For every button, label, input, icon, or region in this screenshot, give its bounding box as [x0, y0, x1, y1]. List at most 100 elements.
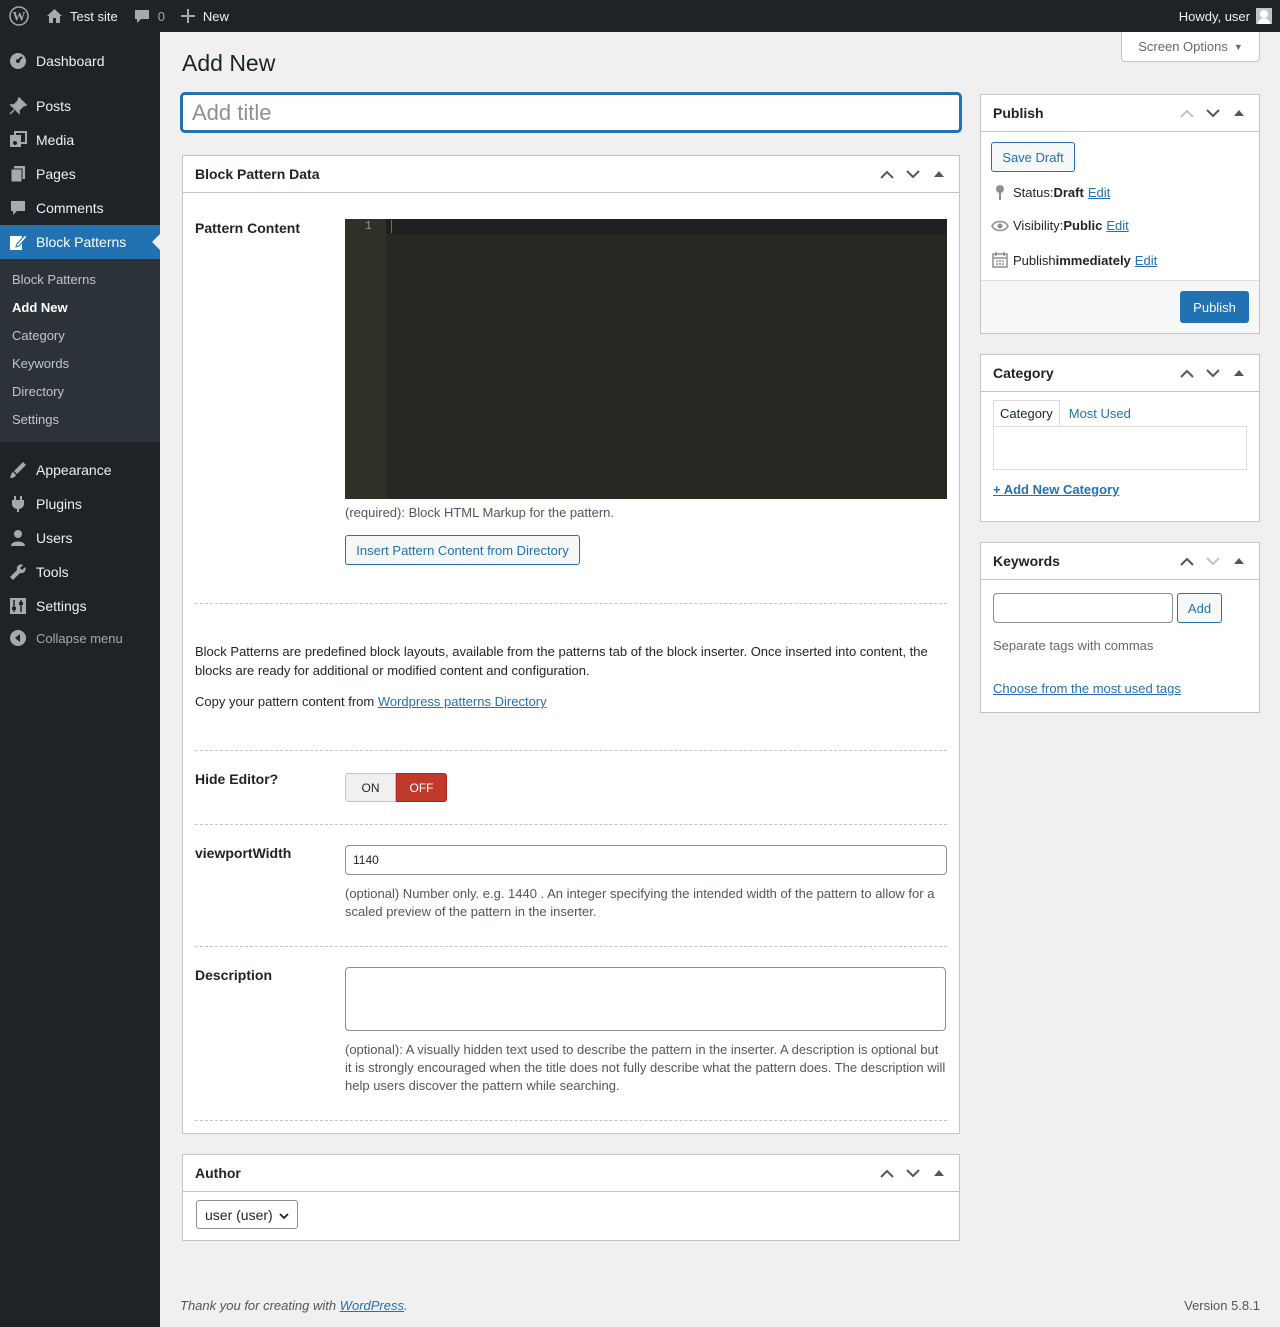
menu-media[interactable]: Media	[0, 123, 160, 157]
choose-tags-link[interactable]: Choose from the most used tags	[993, 681, 1181, 696]
category-tabs: Category Most Used	[993, 400, 1137, 426]
toggle-panel-icon[interactable]	[931, 171, 947, 177]
move-down-icon[interactable]	[1205, 368, 1221, 378]
postbox-header: Keywords	[981, 543, 1259, 580]
pages-icon	[0, 165, 36, 183]
collapse-icon	[0, 630, 36, 646]
submenu-keywords[interactable]: Keywords	[0, 350, 160, 378]
post-title-input[interactable]	[181, 93, 961, 132]
description-textarea[interactable]	[345, 967, 946, 1031]
screen-options-button[interactable]: Screen Options ▼	[1121, 32, 1260, 62]
footer-period: .	[404, 1298, 408, 1313]
screen-options-label: Screen Options	[1138, 39, 1228, 54]
add-new-category-link[interactable]: + Add New Category	[993, 482, 1119, 497]
site-name-link[interactable]: Test site	[38, 0, 126, 32]
category-checklist	[993, 426, 1247, 470]
move-up-icon[interactable]	[879, 1169, 895, 1178]
menu-settings[interactable]: Settings	[0, 589, 160, 623]
viewport-width-input[interactable]: 1140	[345, 845, 947, 875]
toggle-panel-icon[interactable]	[1231, 110, 1247, 116]
settings-icon	[0, 597, 36, 615]
footer-version: Version 5.8.1	[1184, 1298, 1260, 1313]
menu-plugins[interactable]: Plugins	[0, 487, 160, 521]
postbox-title: Block Pattern Data	[195, 166, 320, 182]
edit-visibility-link[interactable]: Edit	[1106, 218, 1128, 233]
submenu-category[interactable]: Category	[0, 322, 160, 350]
edit-status-link[interactable]: Edit	[1088, 185, 1110, 200]
menu-comments[interactable]: Comments	[0, 191, 160, 225]
toggle-off-option[interactable]: OFF	[396, 773, 447, 802]
menu-label: Dashboard	[36, 53, 105, 69]
media-icon	[0, 131, 36, 149]
visibility-value: Public	[1063, 218, 1103, 233]
menu-posts[interactable]: Posts	[0, 89, 160, 123]
insert-pattern-button[interactable]: Insert Pattern Content from Directory	[345, 535, 580, 565]
submenu-add-new[interactable]: Add New	[0, 294, 160, 322]
my-account-link[interactable]: Howdy, user	[1171, 0, 1280, 32]
menu-dashboard[interactable]: Dashboard	[0, 44, 160, 78]
comments-link[interactable]: 0	[126, 0, 173, 32]
avatar	[1256, 8, 1272, 24]
tab-all-categories[interactable]: Category	[993, 400, 1060, 426]
publish-time-value: immediately	[1055, 252, 1131, 268]
publish-box: Publish Save Draft Status: Draft Edit Vis…	[980, 94, 1260, 334]
move-down-icon[interactable]	[905, 1168, 921, 1178]
menu-pages[interactable]: Pages	[0, 157, 160, 191]
move-down-icon[interactable]	[1205, 108, 1221, 118]
visibility-label: Visibility:	[1013, 218, 1064, 233]
edit-publish-time-link[interactable]: Edit	[1135, 253, 1157, 268]
home-icon	[46, 8, 63, 24]
menu-tools[interactable]: Tools	[0, 555, 160, 589]
move-up-icon[interactable]	[1179, 369, 1195, 378]
menu-label: Comments	[36, 200, 104, 216]
user-icon	[0, 529, 36, 547]
calendar-icon	[989, 252, 1011, 268]
toggle-on-option[interactable]: ON	[345, 773, 396, 802]
move-down-icon[interactable]	[1205, 556, 1221, 566]
description-help: (optional): A visually hidden text used …	[345, 1042, 946, 1093]
move-up-icon[interactable]	[1179, 109, 1195, 118]
pattern-content-help: (required): Block HTML Markup for the pa…	[345, 505, 615, 520]
directory-link[interactable]: Wordpress patterns Directory	[378, 694, 547, 709]
submenu-block-patterns[interactable]: Block Patterns	[0, 266, 160, 294]
author-select[interactable]: user (user)	[196, 1200, 298, 1229]
submenu-directory[interactable]: Directory	[0, 378, 160, 406]
tab-most-used[interactable]: Most Used	[1063, 400, 1137, 426]
menu-label: Pages	[36, 166, 76, 182]
publish-time-label: Publish	[1013, 252, 1056, 268]
new-keyword-input[interactable]	[993, 593, 1173, 623]
move-up-icon[interactable]	[879, 170, 895, 179]
submenu-settings[interactable]: Settings	[0, 406, 160, 434]
eye-icon	[989, 220, 1011, 232]
text-cursor	[391, 220, 392, 233]
postbox-header: Block Pattern Data	[183, 156, 959, 193]
save-draft-button[interactable]: Save Draft	[991, 142, 1075, 172]
menu-block-patterns[interactable]: Block Patterns	[0, 225, 160, 259]
toggle-panel-icon[interactable]	[1231, 558, 1247, 564]
new-label: New	[202, 8, 229, 24]
chevron-down-icon	[279, 1207, 289, 1223]
hide-editor-toggle[interactable]: ON OFF	[345, 773, 447, 802]
footer-thanks-text: Thank you for creating with	[180, 1298, 340, 1313]
pattern-code-editor[interactable]: 1	[345, 219, 947, 499]
collapse-menu-button[interactable]: Collapse menu	[0, 623, 160, 653]
menu-label: Tools	[36, 564, 69, 580]
wordpress-logo-icon[interactable]: W	[0, 0, 38, 32]
move-up-icon[interactable]	[1179, 557, 1195, 566]
menu-appearance[interactable]: Appearance	[0, 453, 160, 487]
menu-label: Settings	[36, 598, 87, 614]
menu-label: Block Patterns	[36, 234, 127, 250]
wordpress-link[interactable]: WordPress	[340, 1298, 404, 1313]
menu-label: Plugins	[36, 496, 82, 512]
active-line	[386, 219, 947, 234]
toggle-panel-icon[interactable]	[931, 1170, 947, 1176]
status-row: Status: Draft Edit	[989, 184, 1110, 200]
move-down-icon[interactable]	[905, 169, 921, 179]
add-keyword-button[interactable]: Add	[1177, 593, 1222, 623]
footer-thanks: Thank you for creating with WordPress.	[180, 1298, 408, 1313]
toggle-panel-icon[interactable]	[1231, 370, 1247, 376]
line-number: 1	[345, 219, 386, 499]
menu-users[interactable]: Users	[0, 521, 160, 555]
new-content-link[interactable]: New	[173, 0, 237, 32]
publish-button[interactable]: Publish	[1180, 291, 1249, 323]
